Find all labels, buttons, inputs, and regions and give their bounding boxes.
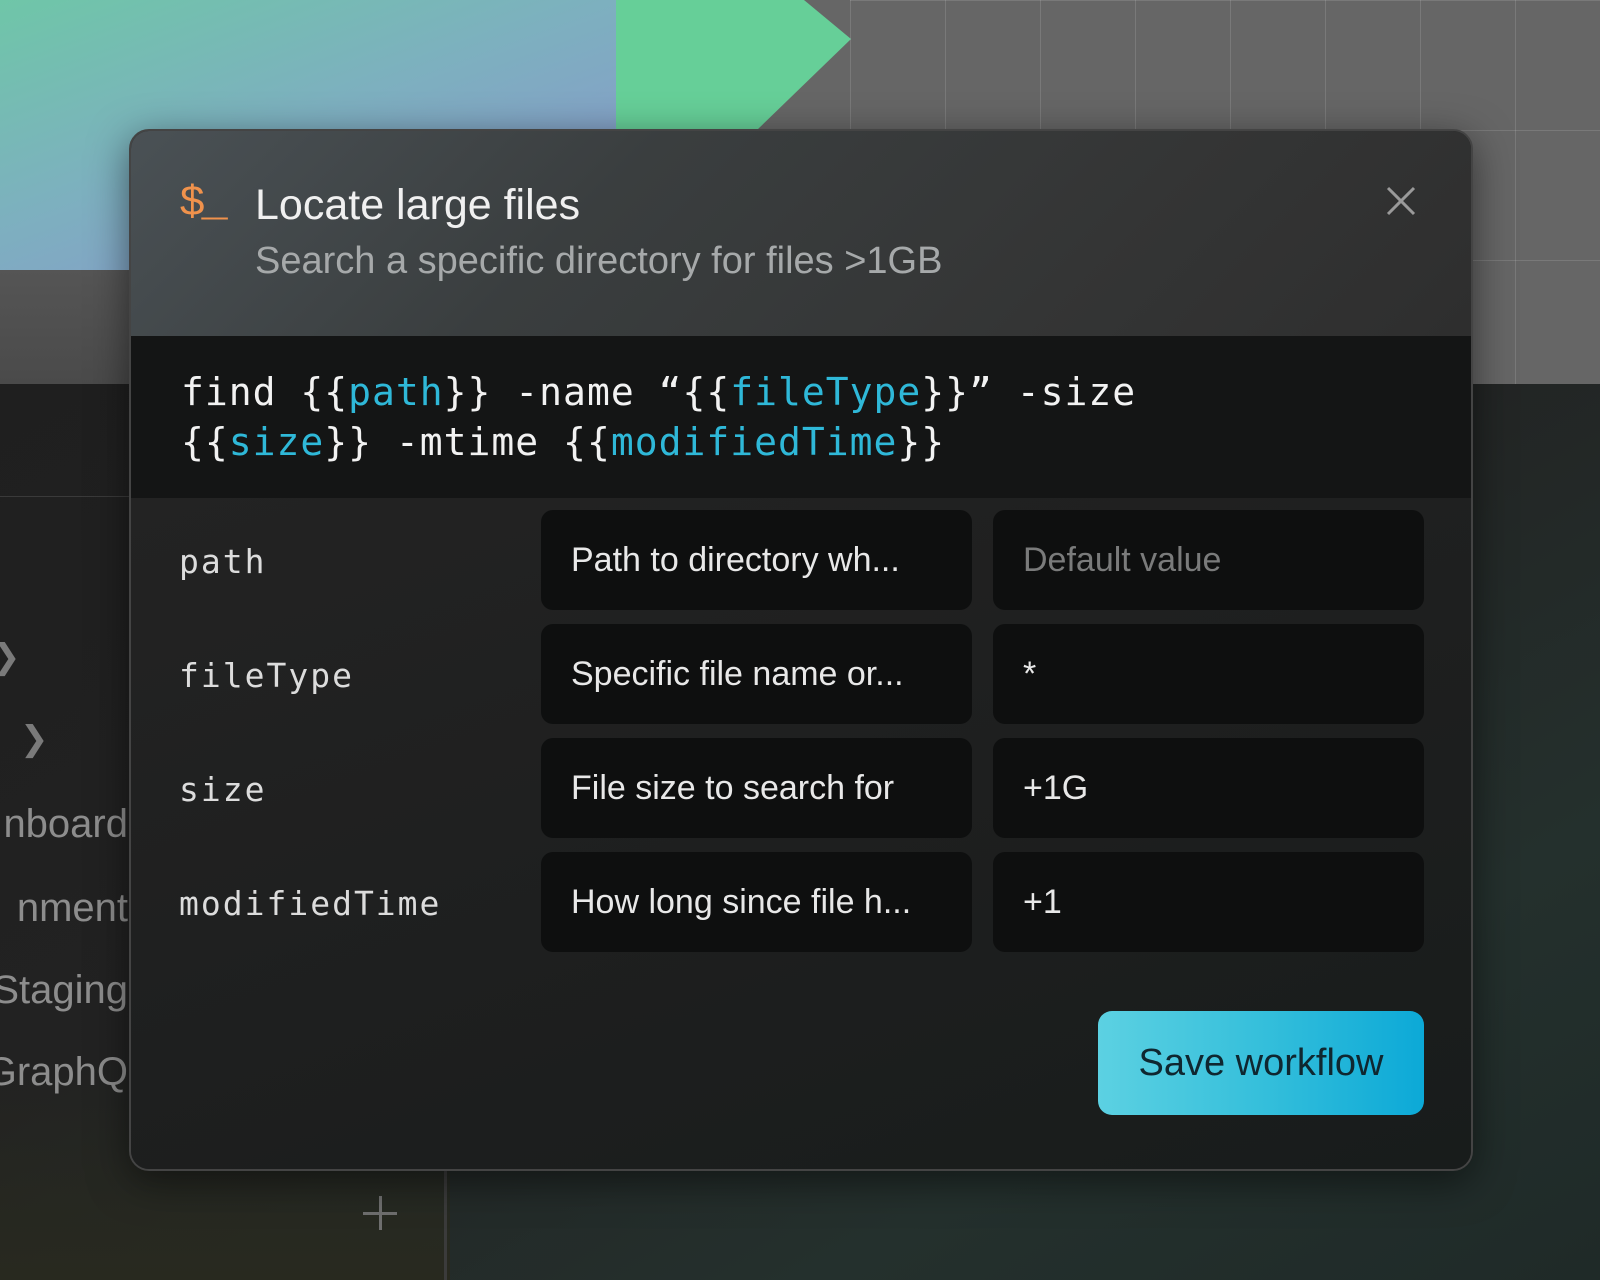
- command-preview[interactable]: find {{path}} -name “{{fileType}}” -size…: [131, 336, 1471, 498]
- save-workflow-button[interactable]: Save workflow: [1098, 1011, 1424, 1115]
- command-variable: fileType: [730, 370, 922, 414]
- command-variable: path: [348, 370, 444, 414]
- command-text: }}” -size: [921, 370, 1137, 414]
- default-value-input[interactable]: +1G: [993, 738, 1424, 838]
- sidebar-item[interactable]: GraphQ: [0, 1050, 128, 1095]
- description-input[interactable]: File size to search for: [541, 738, 972, 838]
- parameter-name: path: [179, 542, 267, 581]
- description-input[interactable]: Path to directory wh...: [541, 510, 972, 610]
- chevron-right-icon[interactable]: ❯: [0, 640, 21, 674]
- parameter-name: modifiedTime: [179, 884, 442, 923]
- plus-icon[interactable]: [363, 1196, 397, 1230]
- background-strip: [0, 270, 130, 385]
- parameter-name: size: [179, 770, 267, 809]
- parameter-name: fileType: [179, 656, 354, 695]
- modal-title: Locate large files: [255, 181, 581, 229]
- sidebar-item[interactable]: nboard: [3, 802, 128, 847]
- parameter-row-filetype: fileType Specific file name or... *: [131, 624, 1471, 724]
- command-line-2: {{size}} -mtime {{modifiedTime}}: [181, 420, 945, 464]
- panel-divider: [444, 1168, 447, 1280]
- modal-header: $_ Locate large files Search a specific …: [131, 131, 1471, 336]
- command-text: }} -name “{{: [443, 370, 731, 414]
- command-text: {{: [181, 420, 229, 464]
- command-text: }} -mtime {{: [324, 420, 611, 464]
- sidebar-divider: [0, 496, 130, 497]
- close-button[interactable]: [1383, 183, 1419, 219]
- close-icon: [1386, 186, 1416, 216]
- command-variable: size: [228, 420, 325, 464]
- parameter-row-path: path Path to directory wh... Default val…: [131, 510, 1471, 610]
- parameter-row-modifiedtime: modifiedTime How long since file h... +1: [131, 852, 1471, 952]
- sidebar-item[interactable]: Staging: [0, 968, 128, 1013]
- command-variable: modifiedTime: [610, 420, 898, 464]
- chevron-right-icon[interactable]: ❯: [20, 722, 49, 756]
- parameter-row-size: size File size to search for +1G: [131, 738, 1471, 838]
- sidebar-item[interactable]: nment: [17, 886, 128, 931]
- terminal-dollar-icon: $_: [179, 179, 228, 229]
- default-value-input[interactable]: +1: [993, 852, 1424, 952]
- description-input[interactable]: Specific file name or...: [541, 624, 972, 724]
- default-value-input[interactable]: *: [993, 624, 1424, 724]
- description-input[interactable]: How long since file h...: [541, 852, 972, 952]
- command-line-1: find {{path}} -name “{{fileType}}” -size: [181, 370, 1136, 414]
- modal-subtitle: Search a specific directory for files >1…: [255, 240, 943, 282]
- workflow-modal: $_ Locate large files Search a specific …: [129, 129, 1473, 1171]
- command-text: find {{: [181, 370, 349, 414]
- command-text: }}: [897, 420, 946, 464]
- default-value-input[interactable]: Default value: [993, 510, 1424, 610]
